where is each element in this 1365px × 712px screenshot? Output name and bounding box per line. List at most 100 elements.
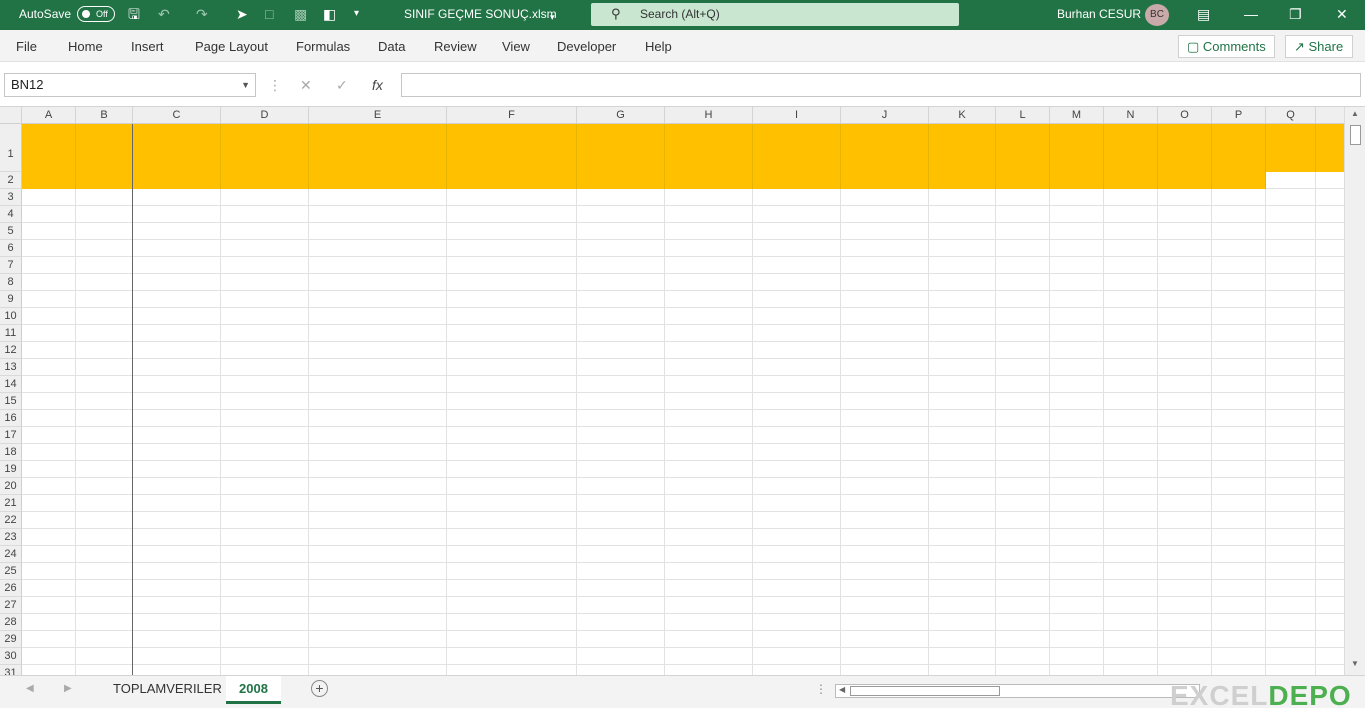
- table-cell[interactable]: [996, 393, 1050, 410]
- table-cell[interactable]: [221, 427, 309, 444]
- table-cell[interactable]: [133, 393, 221, 410]
- sheet-tab-2008[interactable]: 2008: [226, 676, 281, 704]
- empty-cell[interactable]: [1316, 631, 1344, 648]
- cell-egitim[interactable]: [929, 444, 996, 461]
- table-cell[interactable]: [1212, 189, 1266, 206]
- table-cell[interactable]: [447, 240, 577, 257]
- table-cell[interactable]: [996, 274, 1050, 291]
- empty-cell[interactable]: [309, 631, 447, 648]
- table-cell[interactable]: [309, 580, 447, 597]
- table-cell[interactable]: [577, 546, 665, 563]
- empty-cell[interactable]: [1104, 665, 1158, 675]
- table-cell[interactable]: [221, 444, 309, 461]
- ribbon-display-icon[interactable]: ▤: [1197, 6, 1210, 22]
- table-cell[interactable]: [447, 580, 577, 597]
- table-cell[interactable]: [447, 342, 577, 359]
- table-cell[interactable]: [1158, 495, 1212, 512]
- empty-cell[interactable]: [221, 648, 309, 665]
- table-cell[interactable]: [1050, 240, 1104, 257]
- table-cell[interactable]: [309, 223, 447, 240]
- table-cell[interactable]: [309, 291, 447, 308]
- cell-sinif[interactable]: [76, 189, 133, 206]
- table-cell[interactable]: [1158, 427, 1212, 444]
- table-cell[interactable]: [996, 461, 1050, 478]
- table-cell[interactable]: [753, 495, 841, 512]
- cell-egitim[interactable]: [929, 427, 996, 444]
- table-cell[interactable]: [1266, 478, 1316, 495]
- table-cell[interactable]: [447, 495, 577, 512]
- empty-cell[interactable]: [1158, 631, 1212, 648]
- share-button[interactable]: ↗ Share: [1285, 35, 1353, 58]
- cell-egitim[interactable]: [929, 410, 996, 427]
- table-cell[interactable]: [841, 291, 929, 308]
- table-cell[interactable]: [1316, 274, 1344, 291]
- table-cell[interactable]: [996, 223, 1050, 240]
- column-header-d[interactable]: D: [221, 107, 309, 124]
- scroll-up-icon[interactable]: ▲: [1351, 109, 1359, 118]
- sheet-tab-toplamveriler[interactable]: TOPLAMVERILER: [100, 676, 235, 704]
- empty-cell[interactable]: [665, 614, 753, 631]
- table-cell[interactable]: [22, 376, 76, 393]
- row-header[interactable]: 19: [0, 461, 22, 478]
- table-cell[interactable]: [1316, 325, 1344, 342]
- cell-egitim[interactable]: [929, 274, 996, 291]
- table-cell[interactable]: [1104, 206, 1158, 223]
- table-cell[interactable]: [1266, 308, 1316, 325]
- table-cell[interactable]: [1316, 478, 1344, 495]
- enter-icon[interactable]: ✓: [336, 77, 348, 94]
- table-cell[interactable]: [665, 461, 753, 478]
- header-dogum-yeri[interactable]: [665, 124, 753, 189]
- empty-cell[interactable]: [665, 665, 753, 675]
- table-cell[interactable]: [22, 427, 76, 444]
- table-cell[interactable]: [841, 410, 929, 427]
- table-cell[interactable]: [1050, 223, 1104, 240]
- cell-sira[interactable]: [22, 614, 76, 631]
- table-cell[interactable]: [996, 529, 1050, 546]
- table-cell[interactable]: [841, 223, 929, 240]
- table-cell[interactable]: [221, 359, 309, 376]
- table-cell[interactable]: [1158, 376, 1212, 393]
- table-cell[interactable]: [841, 240, 929, 257]
- table-cell[interactable]: [753, 580, 841, 597]
- column-header-h[interactable]: H: [665, 107, 753, 124]
- table-cell[interactable]: [841, 546, 929, 563]
- table-cell[interactable]: [1050, 563, 1104, 580]
- table-cell[interactable]: [1104, 461, 1158, 478]
- table-cell[interactable]: [1104, 325, 1158, 342]
- table-cell[interactable]: [1212, 444, 1266, 461]
- table-cell[interactable]: [447, 325, 577, 342]
- row-header[interactable]: 16: [0, 410, 22, 427]
- table-cell[interactable]: [1050, 308, 1104, 325]
- table-cell[interactable]: [309, 376, 447, 393]
- table-cell[interactable]: [996, 359, 1050, 376]
- table-cell[interactable]: [133, 410, 221, 427]
- header-ana[interactable]: [577, 124, 665, 189]
- table-cell[interactable]: [447, 410, 577, 427]
- table-cell[interactable]: [1158, 342, 1212, 359]
- table-cell[interactable]: [221, 529, 309, 546]
- autosave-toggle[interactable]: Off: [77, 6, 115, 22]
- table-cell[interactable]: [221, 563, 309, 580]
- table-cell[interactable]: [665, 410, 753, 427]
- row-header[interactable]: 13: [0, 359, 22, 376]
- table-cell[interactable]: [665, 580, 753, 597]
- table-cell[interactable]: [996, 546, 1050, 563]
- table-cell[interactable]: [577, 189, 665, 206]
- table-cell[interactable]: [22, 580, 76, 597]
- table-cell[interactable]: [841, 308, 929, 325]
- table-cell[interactable]: [447, 206, 577, 223]
- table-cell[interactable]: [1104, 223, 1158, 240]
- table-cell[interactable]: [577, 359, 665, 376]
- menu-home[interactable]: Home: [68, 39, 103, 54]
- table-cell[interactable]: [996, 206, 1050, 223]
- cell-egitim[interactable]: [929, 529, 996, 546]
- empty-cell[interactable]: [1158, 665, 1212, 675]
- empty-cell[interactable]: [577, 631, 665, 648]
- table-cell[interactable]: [133, 325, 221, 342]
- table-cell[interactable]: [753, 444, 841, 461]
- cell-sinif[interactable]: [76, 308, 133, 325]
- table-cell[interactable]: [753, 376, 841, 393]
- table-cell[interactable]: [1050, 189, 1104, 206]
- table-cell[interactable]: [1050, 257, 1104, 274]
- table-cell[interactable]: [665, 393, 753, 410]
